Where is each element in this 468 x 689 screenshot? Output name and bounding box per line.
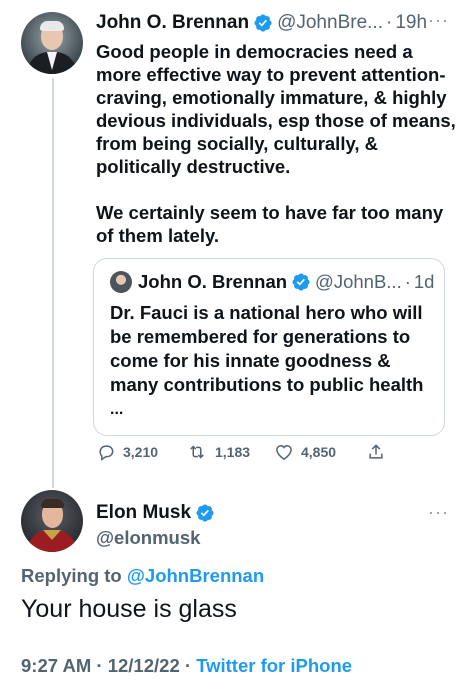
replying-prefix: Replying to [21, 565, 122, 586]
reply-count: 3,210 [123, 444, 159, 460]
quoted-author-handle: @JohnB... [315, 271, 402, 292]
reply-author-handle[interactable]: @elonmusk [96, 527, 200, 549]
reply-tweet-date[interactable]: 12/12/22 [108, 655, 180, 676]
reply-author-name[interactable]: Elon Musk [96, 502, 191, 524]
retweet-count: 1,183 [215, 444, 251, 460]
original-tweet-text: Good people in democracies need a more e… [96, 40, 458, 270]
quoted-author-avatar [110, 271, 132, 293]
tweet-paragraph: Good people in democracies need a more e… [96, 41, 456, 177]
musk-avatar[interactable] [21, 490, 83, 552]
replying-to-mention[interactable]: @JohnBrennan [127, 565, 264, 586]
replying-to-line: Replying to @JohnBrennan [21, 565, 264, 587]
share-icon [369, 444, 383, 459]
reply-tweet-time[interactable]: 9:27 AM [21, 655, 91, 676]
more-options-icon[interactable]: ··· [428, 502, 449, 523]
original-author-name[interactable]: John O. Brennan [96, 12, 249, 34]
retweet-icon [190, 445, 204, 459]
reply-tweet-meta: 9:27 AM · 12/12/22 · Twitter for iPhone [21, 655, 352, 677]
quoted-tweet-card[interactable]: John O. Brennan @JohnB... · 1d Dr. Fauci… [93, 258, 445, 436]
original-tweet-header: John O. Brennan @JohnBre... · 19h [96, 12, 427, 34]
verified-badge-icon [196, 504, 214, 522]
reply-tweet-source[interactable]: Twitter for iPhone [196, 655, 352, 676]
like-button[interactable]: 4,850 [274, 442, 336, 462]
header-separator: · [404, 271, 411, 292]
like-count: 4,850 [301, 444, 337, 460]
quoted-author-name: John O. Brennan [138, 271, 288, 292]
retweet-button[interactable]: 1,183 [186, 442, 250, 462]
quoted-tweet-time: 1d [413, 271, 435, 292]
original-author-handle[interactable]: @JohnBre... [277, 12, 383, 34]
tweet-action-bar: 3,210 1,183 4,850 [96, 442, 396, 468]
reply-icon [99, 445, 114, 461]
share-button[interactable] [366, 442, 393, 462]
heart-icon [276, 444, 292, 460]
meta-separator: · [96, 655, 103, 676]
reply-tweet-text: Your house is glass [21, 595, 237, 623]
thread-connector-line [52, 78, 54, 488]
quoted-tweet-header: John O. Brennan @JohnB... · 1d [110, 271, 434, 293]
brennan-avatar[interactable] [21, 12, 83, 74]
quoted-tweet-text: Dr. Fauci is a national hero who will be… [110, 302, 424, 395]
reply-button[interactable]: 3,210 [96, 442, 158, 462]
original-tweet-time[interactable]: 19h [395, 12, 427, 34]
header-separator: · [385, 12, 393, 33]
quoted-tweet-ellipsis: ... [110, 401, 124, 418]
meta-separator: · [184, 655, 192, 676]
tweet-paragraph: We certainly seem to have far too many o… [96, 202, 444, 246]
verified-badge-icon [292, 273, 310, 291]
more-options-icon[interactable]: ··· [428, 10, 449, 31]
verified-badge-icon [254, 14, 272, 32]
reply-author-name-row: Elon Musk [96, 502, 219, 524]
